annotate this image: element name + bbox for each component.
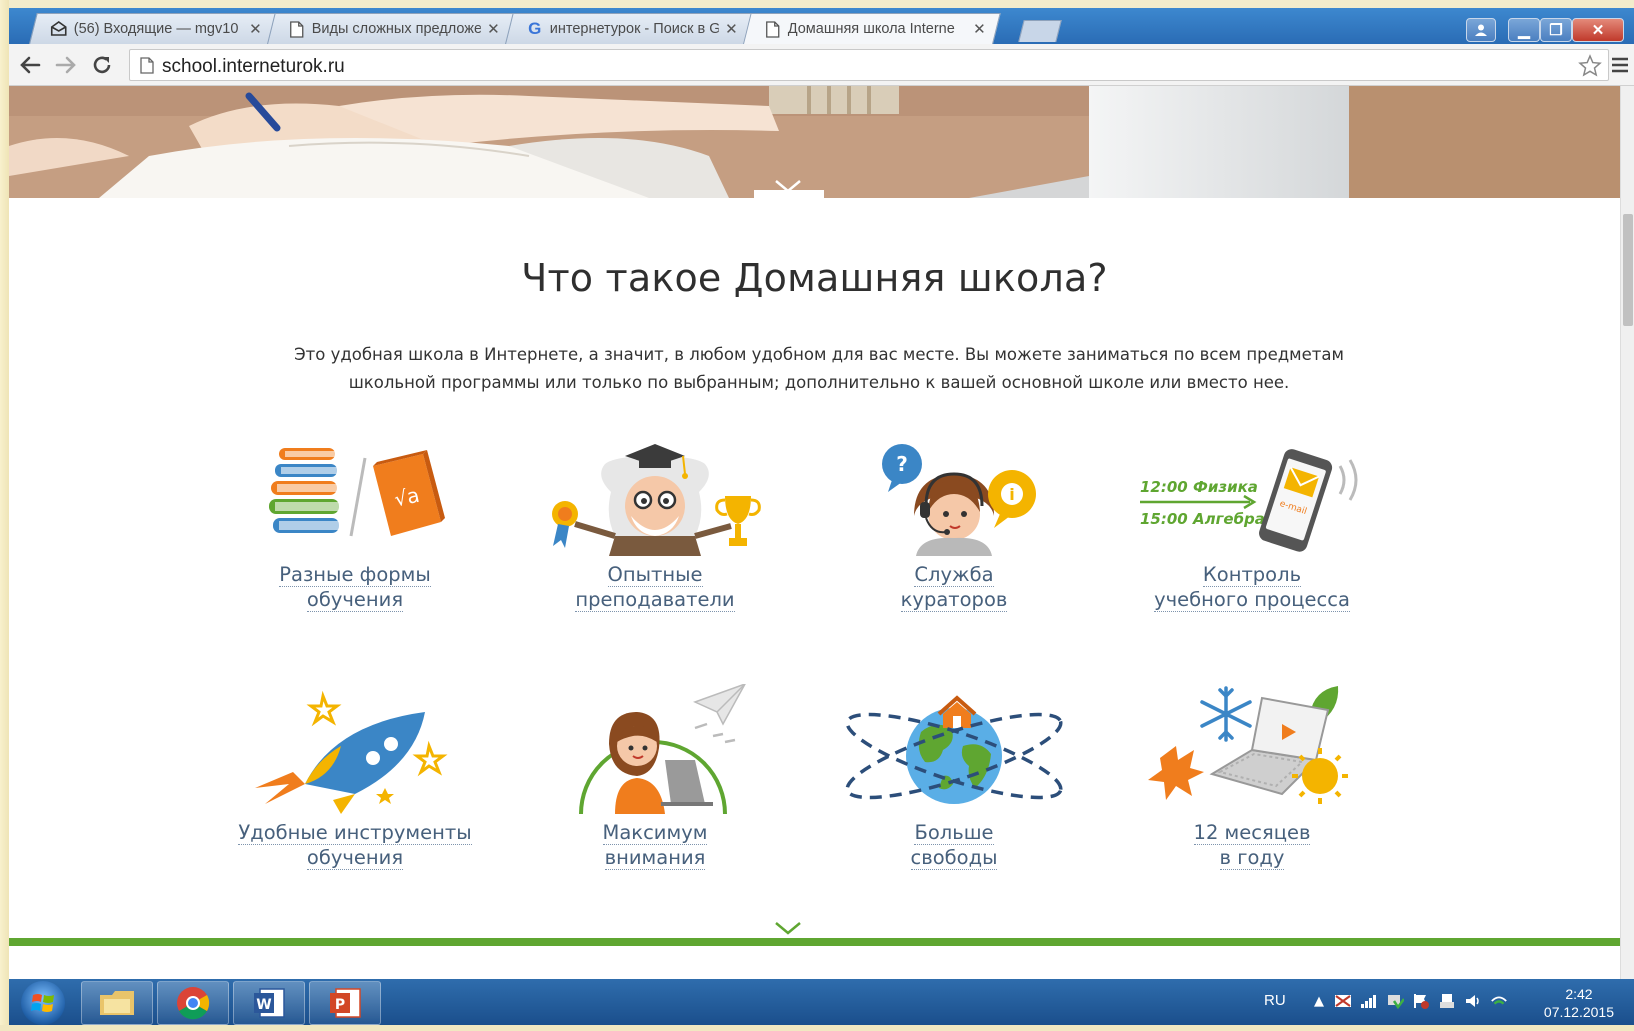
web-page: Что такое Домашняя школа? Это удобная шк… — [9, 86, 1620, 1025]
url-text: school.interneturok.ru — [162, 56, 345, 77]
show-hidden-icons[interactable]: ▲ — [1310, 992, 1328, 1010]
svg-text:P: P — [335, 997, 345, 1013]
feature-maximum-attention[interactable]: Максимум внимания — [505, 684, 805, 870]
chrome-icon — [177, 987, 210, 1020]
usb-device-icon[interactable] — [1438, 992, 1456, 1010]
google-icon: G — [528, 19, 542, 38]
globe-icon — [845, 695, 1063, 804]
slide-frame-bottom — [0, 1025, 1634, 1031]
forward-icon[interactable] — [53, 52, 79, 78]
feature-curator-service[interactable]: ? i Служба кураторов — [804, 436, 1104, 612]
page-icon — [288, 20, 306, 38]
taskbar-powerpoint-button[interactable]: P — [309, 981, 381, 1025]
feature-label[interactable]: 12 месяцев в году — [1102, 820, 1402, 870]
feature-label[interactable]: Контроль учебного процесса — [1102, 562, 1402, 612]
feature-label[interactable]: Служба кураторов — [804, 562, 1104, 612]
feature-label[interactable]: Опытные преподаватели — [505, 562, 805, 612]
schedule-row: 15:00 Алгебра — [1140, 510, 1265, 528]
svg-text:?: ? — [896, 452, 908, 476]
slide-frame-left — [0, 0, 9, 1031]
close-window-button[interactable]: ✕ — [1572, 18, 1624, 42]
powerpoint-icon: P — [330, 988, 361, 1018]
phone-schedule-icon: 12:00 Физика 15:00 Алгебра e-mail — [1140, 449, 1358, 552]
connection-icon[interactable] — [1490, 992, 1508, 1010]
feature-label[interactable]: Максимум внимания — [505, 820, 805, 870]
scrollbar-thumb[interactable] — [1623, 214, 1633, 326]
clock-time: 2:42 — [1565, 986, 1593, 1002]
feature-label[interactable]: Разные формы обучения — [205, 562, 505, 612]
professor-icon — [552, 444, 761, 556]
svg-text:W: W — [256, 997, 271, 1013]
bookmark-star-icon[interactable] — [1578, 54, 1602, 82]
reload-icon[interactable] — [89, 52, 115, 78]
scroll-down-chevron-icon[interactable] — [773, 178, 803, 194]
page-icon — [140, 57, 154, 78]
page-title: Что такое Домашняя школа? — [521, 256, 1108, 300]
intro-line: школьной программы или только по выбранн… — [348, 373, 1290, 392]
intro-line: Это удобная школа в Интернете, а значит,… — [294, 345, 1344, 364]
browser-tab-strip: (56) Входящие — mgv10 ✕ Виды сложных пре… — [9, 8, 1634, 44]
hero-image — [9, 86, 1620, 198]
mail-tray-icon[interactable] — [1334, 992, 1352, 1010]
menu-icon[interactable] — [1607, 52, 1633, 78]
feature-more-freedom[interactable]: Больше свободы — [804, 684, 1104, 870]
seasons-laptop-icon — [1148, 686, 1348, 804]
books-icon: √a — [269, 448, 445, 537]
taskbar-word-button[interactable]: W — [233, 981, 305, 1025]
schedule-row: 12:00 Физика — [1140, 478, 1258, 496]
feature-label[interactable]: Больше свободы — [804, 820, 1104, 870]
taskbar-chrome-button[interactable] — [157, 981, 229, 1025]
tab-complex-sentences[interactable]: Виды сложных предложе ✕ — [267, 13, 515, 44]
start-button[interactable] — [21, 981, 65, 1025]
close-icon[interactable]: ✕ — [973, 20, 986, 38]
page-icon — [764, 20, 782, 38]
page-scrollbar[interactable] — [1620, 86, 1634, 1025]
mail-icon — [50, 20, 68, 38]
language-indicator[interactable]: RU — [1264, 992, 1286, 1009]
windows-logo-icon — [31, 994, 54, 1012]
antivirus-icon[interactable] — [1386, 992, 1404, 1010]
tab-mail[interactable]: (56) Входящие — mgv10 ✕ — [29, 13, 277, 44]
close-icon[interactable]: ✕ — [249, 20, 262, 38]
close-icon[interactable]: ✕ — [725, 20, 738, 38]
feature-experienced-teachers[interactable]: Опытные преподаватели — [505, 436, 805, 612]
tab-google-search[interactable]: G интернетурок - Поиск в G ✕ — [505, 13, 753, 44]
clock[interactable]: 2:42 07.12.2015 — [1544, 985, 1614, 1021]
browser-toolbar: school.interneturok.ru — [9, 44, 1634, 86]
tab-title: Виды сложных предложе — [311, 21, 482, 37]
feature-convenient-tools[interactable]: Удобные инструменты обучения — [205, 684, 505, 870]
tab-home-school[interactable]: Домашняя школа Interne ✕ — [743, 13, 1001, 44]
feature-12-months[interactable]: 12 месяцев в году — [1102, 684, 1402, 870]
action-center-flag-icon[interactable] — [1412, 992, 1430, 1010]
tab-title: (56) Входящие — mgv10 — [73, 21, 239, 37]
math-symbol: √a — [392, 483, 421, 512]
student-laptop-icon — [579, 684, 746, 814]
intro-text: Это удобная школа в Интернете, а значит,… — [259, 341, 1379, 397]
svg-text:i: i — [1009, 485, 1014, 504]
user-profile-button[interactable] — [1466, 18, 1496, 42]
maximize-button[interactable]: ❐ — [1540, 18, 1572, 42]
taskbar-explorer-button[interactable] — [81, 981, 153, 1025]
rocket-icon — [255, 690, 448, 814]
back-icon[interactable] — [17, 52, 43, 78]
folder-icon — [100, 991, 134, 1015]
windows-taskbar: W P RU ▲ 2:42 07.12.2015 — [9, 979, 1634, 1025]
next-section-chevron-icon[interactable] — [773, 920, 803, 936]
tab-title: Домашняя школа Interne — [787, 21, 955, 37]
address-bar[interactable]: school.interneturok.ru — [129, 49, 1609, 81]
word-icon: W — [254, 988, 285, 1018]
feature-label[interactable]: Удобные инструменты обучения — [205, 820, 505, 870]
network-signal-icon[interactable] — [1360, 992, 1378, 1010]
system-tray: RU ▲ 2:42 07.12.2015 — [1234, 979, 1634, 1025]
clock-date: 07.12.2015 — [1543, 1004, 1614, 1020]
feature-different-forms[interactable]: √a Разные формы обучения — [205, 436, 505, 612]
tab-title: интернетурок - Поиск в G — [549, 21, 720, 37]
new-tab-button[interactable] — [1018, 20, 1062, 42]
close-icon[interactable]: ✕ — [487, 20, 500, 38]
feature-process-control[interactable]: 12:00 Физика 15:00 Алгебра e-mail Контро… — [1102, 436, 1402, 612]
curator-icon: ? i — [882, 444, 1036, 556]
minimize-button[interactable]: ▁ — [1508, 18, 1540, 42]
volume-icon[interactable] — [1464, 992, 1482, 1010]
